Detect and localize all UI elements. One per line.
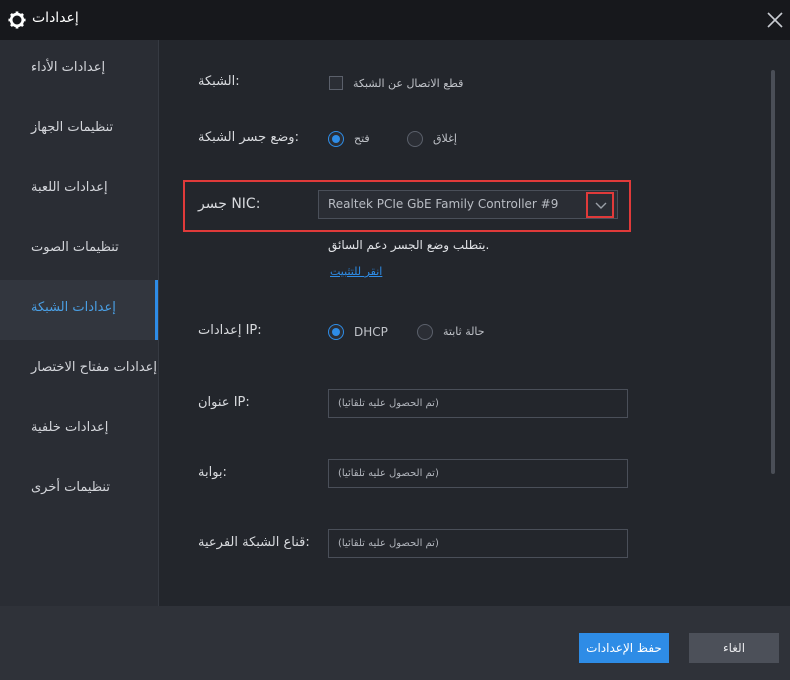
sidebar-item-label: إعدادات خلفية xyxy=(31,420,109,435)
save-settings-button[interactable]: حفظ الإعدادات xyxy=(579,633,669,663)
gateway-label: بوابة: xyxy=(198,465,227,480)
bridge-close-radio[interactable] xyxy=(407,131,423,147)
chevron-down-icon xyxy=(595,202,607,209)
ip-address-label: عنوان IP: xyxy=(198,395,250,410)
gateway-field[interactable] xyxy=(328,459,628,488)
sidebar-item-background[interactable]: إعدادات خلفية xyxy=(0,400,158,460)
ip-dhcp-label: DHCP xyxy=(354,325,388,339)
footer-bar xyxy=(0,606,790,680)
sidebar-item-game[interactable]: إعدادات اللعبة xyxy=(0,160,158,220)
bridge-open-label: فتح xyxy=(354,132,370,145)
sidebar-item-label: تنظيمات الجهاز xyxy=(31,120,114,135)
ip-static-radio[interactable] xyxy=(417,324,433,340)
ip-address-field[interactable] xyxy=(328,389,628,418)
nic-select-value: Realtek PCIe GbE Family Controller #9 xyxy=(328,197,559,211)
subnet-mask-field[interactable] xyxy=(328,529,628,558)
sidebar-item-shortcuts[interactable]: إعدادات مفتاح الاختصار xyxy=(0,340,158,400)
disconnect-network-label: قطع الاتصال عن الشبكة xyxy=(353,77,464,90)
sidebar-item-label: إعدادات مفتاح الاختصار xyxy=(31,360,158,375)
close-icon[interactable] xyxy=(766,11,784,29)
ip-static-label: حالة ثابتة xyxy=(443,325,485,338)
ip-address-input[interactable] xyxy=(329,390,627,417)
nic-label: جسر NIC: xyxy=(198,196,261,212)
sidebar-item-label: إعدادات اللعبة xyxy=(31,180,108,195)
title-bar: إعدادات xyxy=(0,0,790,40)
settings-sidebar: إعدادات الأداء تنظيمات الجهاز إعدادات ال… xyxy=(0,40,158,606)
gateway-input[interactable] xyxy=(329,460,627,487)
scrollbar[interactable] xyxy=(771,70,775,474)
network-label: الشبكة: xyxy=(198,74,240,89)
cancel-button[interactable]: الغاء xyxy=(689,633,779,663)
gear-icon xyxy=(8,11,26,29)
bridge-open-radio[interactable] xyxy=(328,131,344,147)
install-link[interactable]: انقر للتثبيت xyxy=(330,265,382,278)
ip-dhcp-radio[interactable] xyxy=(328,324,344,340)
subnet-mask-label: قناع الشبكة الفرعية: xyxy=(198,535,310,550)
sidebar-item-performance[interactable]: إعدادات الأداء xyxy=(0,40,158,100)
window-title: إعدادات xyxy=(32,10,79,26)
nic-dropdown-button[interactable] xyxy=(586,192,614,218)
bridge-mode-label: وضع جسر الشبكة: xyxy=(198,130,299,145)
sidebar-item-label: إعدادات الأداء xyxy=(31,60,106,75)
bridge-close-label: إغلاق xyxy=(433,132,457,145)
sidebar-item-device[interactable]: تنظيمات الجهاز xyxy=(0,100,158,160)
sidebar-item-label: تنظيمات أخرى xyxy=(31,480,110,495)
driver-note: يتطلب وضع الجسر دعم السائق. xyxy=(328,238,490,252)
nic-select[interactable]: Realtek PCIe GbE Family Controller #9 xyxy=(318,190,618,219)
subnet-mask-input[interactable] xyxy=(329,530,627,557)
sidebar-item-label: إعدادات الشبكة xyxy=(31,300,116,315)
disconnect-network-checkbox[interactable] xyxy=(329,76,343,90)
sidebar-item-network[interactable]: إعدادات الشبكة xyxy=(0,280,158,340)
sidebar-item-sound[interactable]: تنظيمات الصوت xyxy=(0,220,158,280)
sidebar-item-other[interactable]: تنظيمات أخرى xyxy=(0,460,158,520)
ip-settings-label: إعدادات IP: xyxy=(198,323,262,338)
sidebar-item-label: تنظيمات الصوت xyxy=(31,240,119,255)
